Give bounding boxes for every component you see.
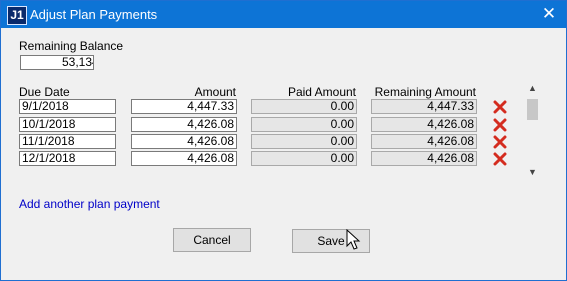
due-date-input[interactable]: 12/1/2018 [19,151,116,166]
window-title: Adjust Plan Payments [30,7,158,22]
col-header-amount: Amount [194,85,236,99]
due-date-input[interactable]: 9/1/2018 [19,99,116,114]
vertical-scrollbar[interactable]: ▲ ▼ [524,81,541,179]
remaining-amount-field: 4,426.08 [371,151,477,166]
cancel-button[interactable]: Cancel [173,228,251,252]
scroll-down-icon[interactable]: ▼ [524,165,541,179]
remaining-amount-field: 4,426.08 [371,134,477,149]
remaining-amount-field: 4,426.08 [371,117,477,132]
amount-input[interactable]: 4,426.08 [131,134,237,149]
amount-input[interactable]: 4,426.08 [131,117,237,132]
amount-input[interactable]: 4,447.33 [131,99,237,114]
col-header-paid-amount: Paid Amount [287,85,356,99]
paid-amount-field: 0.00 [251,117,357,132]
delete-icon[interactable] [493,152,507,166]
paid-amount-field: 0.00 [251,99,357,114]
paid-amount-field: 0.00 [251,134,357,149]
dialog-window: J1 Adjust Plan Payments ✕ Remaining Bala… [0,0,567,281]
title-bar[interactable]: J1 Adjust Plan Payments ✕ [1,1,566,28]
remaining-balance-field[interactable]: 53,134.18 [20,55,94,70]
scrollbar-thumb[interactable] [527,99,538,120]
due-date-input[interactable]: 11/1/2018 [19,134,116,149]
remaining-amount-field: 4,447.33 [371,99,477,114]
paid-amount-field: 0.00 [251,151,357,166]
amount-input[interactable]: 4,426.08 [131,151,237,166]
due-date-input[interactable]: 10/1/2018 [19,117,116,132]
mouse-pointer-icon [346,229,361,250]
col-header-remaining-amount: Remaining Amount [374,85,476,99]
delete-icon[interactable] [493,118,507,132]
remaining-balance-label: Remaining Balance [19,39,124,53]
scroll-up-icon[interactable]: ▲ [524,81,541,95]
delete-icon[interactable] [493,135,507,149]
app-icon: J1 [7,6,27,25]
close-icon[interactable]: ✕ [538,4,560,24]
col-header-due-date: Due Date [19,85,70,99]
delete-icon[interactable] [493,100,507,114]
add-plan-payment-link[interactable]: Add another plan payment [19,197,160,211]
